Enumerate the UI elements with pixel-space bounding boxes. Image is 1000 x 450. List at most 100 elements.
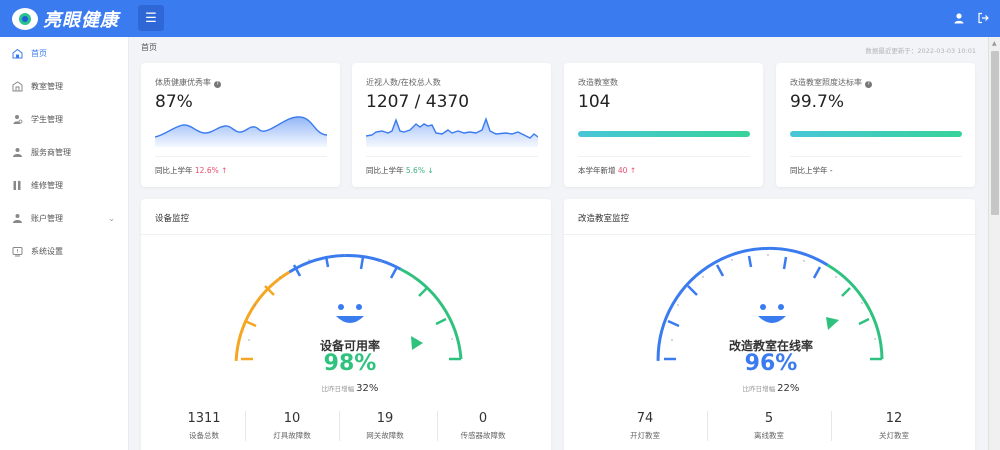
settings-icon	[12, 246, 23, 257]
metric-value: 19	[376, 411, 394, 426]
menu-toggle-button[interactable]: ☰	[138, 5, 164, 31]
help-icon[interactable]: ?	[214, 81, 221, 88]
stat-label: 改造教室数	[578, 78, 618, 87]
sidebar-item-label: 维修管理	[31, 181, 63, 190]
sidebar-item-label: 教室管理	[31, 82, 63, 91]
stat-footer: 同比上学年 -	[790, 165, 833, 176]
metric-value: 1311	[187, 411, 221, 426]
metric-value: 12	[885, 411, 903, 426]
metric-total-devices: 1311 设备总数	[159, 411, 249, 441]
sidebar-item-label: 系统设置	[31, 247, 63, 256]
stat-label: 体质健康优秀率	[155, 78, 211, 87]
device-monitor-panel: 设备监控 设备可用率 98% 比昨日增幅 32% 1311 设备总数 10 灯具…	[141, 199, 551, 450]
sidebar-item-repairs[interactable]: 维修管理	[0, 169, 129, 202]
breadcrumb: 首页	[141, 43, 157, 52]
metric-label: 传感器故障数	[460, 431, 506, 440]
trend-up-value: 40 ↑	[617, 166, 637, 175]
metric-value: 10	[283, 411, 301, 426]
gauge-value: 96%	[744, 351, 798, 376]
metric-value: 74	[636, 411, 654, 426]
divider	[790, 156, 962, 157]
sidebar-item-label: 服务商管理	[31, 148, 71, 157]
stat-label: 近视人数/在校总人数	[366, 78, 441, 87]
metric-sensor-faults: 0 传感器故障数	[438, 411, 528, 441]
sparkline-area-chart	[155, 116, 327, 147]
stat-value: 87%	[155, 92, 193, 112]
stat-value: 104	[578, 92, 611, 112]
foot-prefix: 本学年新增	[578, 166, 616, 175]
progress-bar	[790, 131, 962, 137]
sidebar-item-students[interactable]: 学生管理	[0, 103, 129, 136]
logo-eye-icon	[12, 7, 38, 30]
logo-text: 亮眼健康	[43, 9, 119, 31]
stat-card-fitness: 体质健康优秀率? 87% 同比上学年 12.6% ↑	[141, 63, 340, 187]
chevron-down-icon: ⌄	[108, 214, 115, 223]
help-icon[interactable]: ?	[865, 81, 872, 88]
compare-label: 比昨日增幅	[321, 385, 355, 393]
progress-bar	[578, 131, 750, 137]
sidebar-item-classroom[interactable]: 教室管理	[0, 70, 129, 103]
provider-icon	[12, 147, 23, 158]
sidebar-item-providers[interactable]: 服务商管理	[0, 136, 129, 169]
metric-gateway-faults: 19 网关故障数	[340, 411, 430, 441]
compare-label: 比昨日增幅	[742, 385, 776, 393]
stat-footer: 本学年新增 40 ↑	[578, 165, 636, 176]
stat-value: 1207 / 4370	[366, 92, 470, 112]
metric-offline-classrooms: 5 离线教室	[724, 411, 814, 441]
stat-footer: 同比上学年 12.6% ↑	[155, 165, 227, 176]
sidebar-item-label: 账户管理	[31, 214, 63, 223]
trend-up-value: 12.6% ↑	[194, 166, 228, 175]
metric-lights-on-classrooms: 74 开灯教室	[600, 411, 690, 441]
metric-label: 关灯教室	[879, 431, 909, 440]
compare-value: 22%	[777, 383, 800, 394]
account-icon	[12, 213, 23, 224]
stat-footer: 同比上学年 5.6% ↓	[366, 165, 434, 176]
student-icon	[12, 114, 23, 125]
scrollbar-thumb[interactable]	[991, 51, 999, 215]
wrench-icon	[12, 180, 23, 191]
smiley-face-icon	[336, 304, 364, 323]
vertical-scrollbar[interactable]: ▲	[988, 37, 1000, 450]
sidebar-item-settings[interactable]: 系统设置	[0, 235, 129, 268]
foot-prefix: 同比上学年	[790, 166, 828, 175]
stat-label-wrap: 改造教室照度达标率?	[790, 77, 872, 88]
divider	[366, 156, 538, 157]
metric-value: 5	[764, 411, 774, 426]
metric-lamp-faults: 10 灯具故障数	[247, 411, 337, 441]
trend-value: -	[829, 166, 833, 175]
stat-card-renovated: 改造教室数 104 本学年新增 40 ↑	[564, 63, 763, 187]
sidebar-item-home[interactable]: 首页	[0, 37, 129, 70]
metric-label: 网关故障数	[366, 431, 404, 440]
gauge-value: 98%	[323, 351, 377, 376]
logout-icon[interactable]	[977, 12, 989, 24]
stat-label: 改造教室照度达标率	[790, 78, 862, 87]
metric-label: 设备总数	[189, 431, 219, 440]
divider	[707, 411, 708, 441]
sidebar: 首页 教室管理 学生管理 服务商管理 维修管理 账户管理 ⌄ 系统设置	[0, 37, 129, 450]
foot-prefix: 同比上学年	[155, 166, 193, 175]
stat-label-wrap: 体质健康优秀率?	[155, 77, 221, 88]
foot-prefix: 同比上学年	[366, 166, 404, 175]
sparkline-area-chart	[366, 116, 538, 147]
gauge-compare: 比昨日增幅 22%	[671, 383, 871, 394]
divider	[155, 156, 327, 157]
stat-card-myopia: 近视人数/在校总人数 1207 / 4370 同比上学年 5.6% ↓	[352, 63, 551, 187]
top-header: 亮眼健康 ☰	[0, 0, 1000, 37]
app-logo[interactable]: 亮眼健康	[12, 5, 119, 32]
menu-icon: ☰	[145, 10, 157, 26]
sidebar-item-accounts[interactable]: 账户管理 ⌄	[0, 202, 129, 235]
metric-label: 离线教室	[754, 431, 784, 440]
classroom-monitor-panel: 改造教室监控 改造教室在线率 96% 比昨日增幅 22% 74 开灯教室 5 离…	[564, 199, 975, 450]
scroll-up-arrow-icon[interactable]: ▲	[992, 40, 997, 47]
metric-label: 灯具故障数	[273, 431, 311, 440]
divider	[245, 411, 246, 441]
sidebar-item-label: 学生管理	[31, 115, 63, 124]
metric-value: 0	[478, 411, 488, 426]
divider	[831, 411, 832, 441]
divider	[578, 156, 750, 157]
user-icon[interactable]	[953, 12, 965, 24]
last-updated-text: 数据最近更新于：2022-03-03 10:01	[865, 47, 976, 55]
trend-down-value: 5.6% ↓	[405, 166, 434, 175]
gauge-needle-icon	[826, 317, 839, 330]
stat-value: 99.7%	[790, 92, 845, 112]
